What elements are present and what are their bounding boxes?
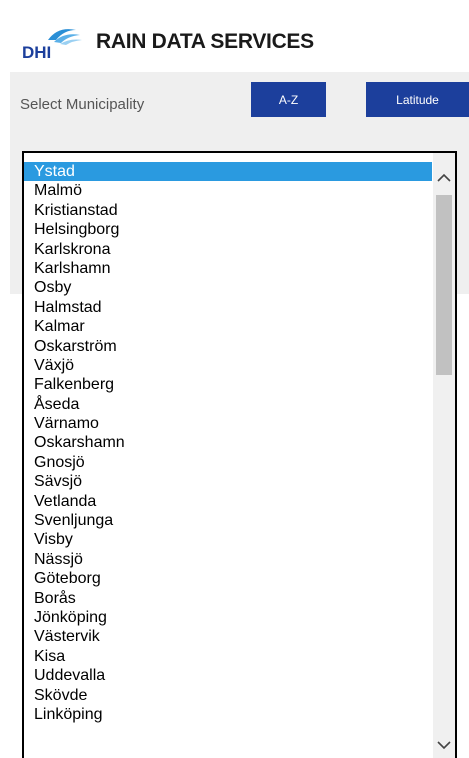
municipality-option[interactable]: Oskarström [24,337,432,356]
dhi-logo: DHI [22,29,82,60]
municipality-option[interactable]: Karlskrona [24,240,432,259]
municipality-option[interactable]: Uddevalla [24,666,432,685]
logo-text: DHI [22,43,51,60]
municipality-option[interactable]: Borås [24,589,432,608]
municipality-option[interactable]: Västervik [24,627,432,646]
municipality-option[interactable]: Vetlanda [24,492,432,511]
app-title: RAIN DATA SERVICES [96,30,314,53]
municipality-option[interactable]: Sävsjö [24,472,432,491]
sort-latitude-button[interactable]: Latitude [366,82,469,117]
municipality-option[interactable]: Skövde [24,686,432,705]
municipality-option[interactable]: Växjö [24,356,432,375]
municipality-option[interactable]: Halmstad [24,298,432,317]
municipality-option[interactable]: Helsingborg [24,220,432,239]
municipality-option[interactable]: Malmö [24,181,432,200]
municipality-option[interactable]: Kisa [24,647,432,666]
municipality-option[interactable]: Kristianstad [24,201,432,220]
municipality-option[interactable]: Osby [24,278,432,297]
municipality-listbox[interactable]: Ystad Malmö Kristianstad Helsingborg Karlskr… [22,151,457,758]
municipality-option[interactable]: Värnamo [24,414,432,433]
chevron-up-icon[interactable] [433,167,455,189]
select-municipality-label: Select Municipality [20,96,145,113]
municipality-option[interactable]: Falkenberg [24,375,432,394]
municipality-option[interactable]: Oskarshamn [24,433,432,452]
app-header: DHI RAIN DATA SERVICES [0,0,469,72]
municipality-list[interactable]: Ystad Malmö Kristianstad Helsingborg Karlskr… [24,162,432,724]
municipality-option[interactable]: Visby [24,530,432,549]
municipality-option[interactable]: Ystad [24,162,432,182]
municipality-option[interactable]: Gnosjö [24,453,432,472]
municipality-option[interactable]: Göteborg [24,569,432,588]
chevron-down-icon[interactable] [433,734,455,756]
municipality-option[interactable]: Karlshamn [24,259,432,278]
municipality-option[interactable]: Jönköping [24,608,432,627]
municipality-option[interactable]: Linköping [24,705,432,724]
municipality-option[interactable]: Åseda [24,395,432,414]
sort-az-button[interactable]: A-Z [251,82,326,117]
municipality-option[interactable]: Kalmar [24,317,432,336]
vertical-scrollbar[interactable] [433,153,455,758]
scrollbar-thumb[interactable] [436,195,452,375]
municipality-option[interactable]: Svenljunga [24,511,432,530]
municipality-option[interactable]: Nässjö [24,550,432,569]
